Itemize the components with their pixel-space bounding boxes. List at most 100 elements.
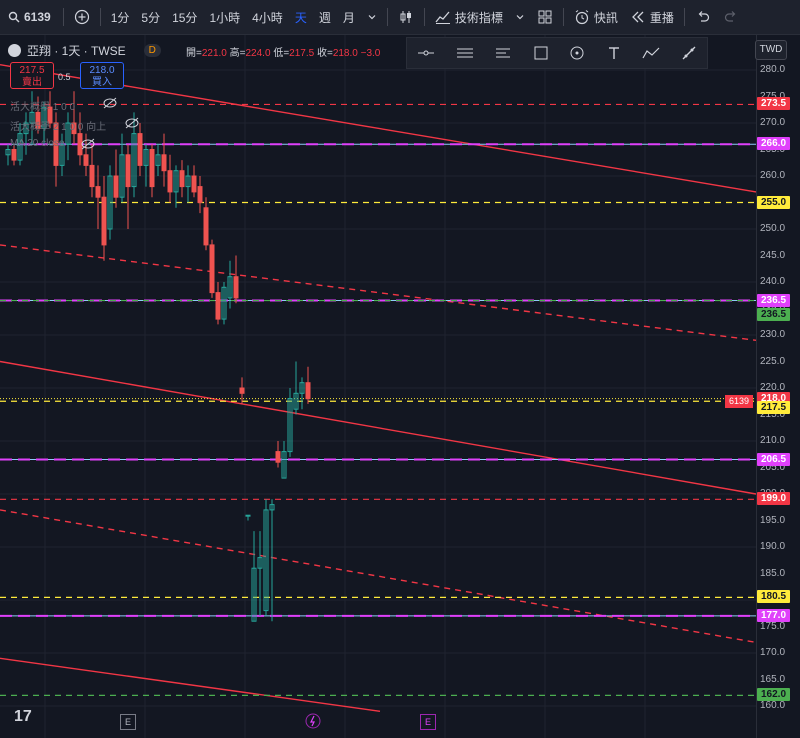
price-tick: 250.0 <box>760 223 786 234</box>
separator <box>62 8 64 26</box>
symbol-legend[interactable]: 亞翔 · 1天 · TWSE D <box>8 42 161 59</box>
price-level-label: 236.5 <box>757 307 790 321</box>
interval-1m[interactable]: 1分 <box>105 0 136 34</box>
grid-layout-icon <box>538 10 552 24</box>
symbol-label: 6139 <box>24 10 51 24</box>
close-value: 218.0 <box>332 48 358 59</box>
price-level-label: 236.5 <box>757 293 790 307</box>
symbol-search[interactable]: 6139 <box>0 10 59 24</box>
tradingview-logo: 17 <box>14 708 32 725</box>
earnings-marker[interactable]: E <box>120 714 136 730</box>
interval-dropdown[interactable] <box>361 0 383 34</box>
candle-body <box>125 154 131 188</box>
eye-off-icon[interactable] <box>80 137 96 151</box>
candle-body <box>197 186 203 204</box>
price-tick: 245.0 <box>760 249 786 261</box>
separator <box>683 8 685 26</box>
candle-body <box>191 175 197 193</box>
interval-week[interactable]: 週 <box>313 0 337 34</box>
price-tick: 190.0 <box>760 541 786 552</box>
currency-selector[interactable]: TWD <box>755 40 787 60</box>
interval-day[interactable]: 天 <box>289 0 313 34</box>
horizontal-levels[interactable] <box>0 103 756 697</box>
price-tick: 210.0 <box>760 435 786 446</box>
separator <box>99 8 101 26</box>
spread-value: 0.5 <box>58 72 71 82</box>
rectangle-icon[interactable] <box>533 45 549 61</box>
sell-button[interactable]: 217.5 賣出 <box>10 62 54 89</box>
buy-button[interactable]: 218.0 買入 <box>80 62 124 89</box>
indicator-1[interactable]: 活大概學 1 0 0 <box>10 98 75 113</box>
chevron-down-icon <box>368 15 376 20</box>
eye-off-icon[interactable] <box>102 96 118 110</box>
price-tick: 270.0 <box>760 117 786 128</box>
trend-line-lower <box>0 657 381 712</box>
undo-button[interactable] <box>689 0 717 34</box>
candles-icon <box>400 11 411 23</box>
candle-body <box>89 164 95 188</box>
candle-body <box>305 382 311 400</box>
price-tick: 280.0 <box>760 64 786 75</box>
alarm-clock-icon <box>575 10 589 25</box>
price-level-label: 266.0 <box>757 137 790 151</box>
circle-icon[interactable] <box>569 45 585 61</box>
candle-body <box>245 514 251 517</box>
chart-grid <box>0 35 756 738</box>
price-tick: 170.0 <box>760 647 786 658</box>
indicators-button[interactable]: 技術指標 <box>429 0 509 34</box>
eye-off-icon[interactable] <box>124 116 140 130</box>
indicators-dropdown[interactable] <box>509 0 531 34</box>
candle-body <box>101 196 107 246</box>
add-symbol-button[interactable] <box>68 0 96 34</box>
close-label: 收 <box>316 48 327 59</box>
symbol-title: 亞翔 · 1天 · TWSE <box>27 44 126 58</box>
chart-type-button[interactable] <box>392 0 420 34</box>
indicators-label: 技術指標 <box>454 10 503 25</box>
indicator-2[interactable]: 活大概學 2 1 0 0 向上 <box>10 118 106 133</box>
alert-button[interactable]: 快訊 <box>568 0 624 34</box>
redo-button[interactable] <box>717 0 745 34</box>
separator <box>423 8 425 26</box>
price-tick: 185.0 <box>760 567 786 579</box>
text-icon[interactable] <box>606 45 622 61</box>
price-tick: 260.0 <box>760 170 786 181</box>
indicator-3[interactable]: MA 20 close <box>10 138 64 149</box>
earnings-marker[interactable]: E <box>420 714 436 730</box>
change-value: −3.0 <box>360 48 381 59</box>
brush-icon[interactable] <box>681 45 697 61</box>
data-badge: D <box>143 44 161 57</box>
price-tick: 175.0 <box>760 620 786 632</box>
parallel-channel-icon[interactable] <box>456 46 474 60</box>
candle-body <box>275 451 281 463</box>
replay-label: 重播 <box>649 10 674 25</box>
replay-button[interactable]: 重播 <box>624 0 680 34</box>
candle-body <box>209 244 215 294</box>
interval-4h[interactable]: 4小時 <box>246 0 289 34</box>
price-tick: 160.0 <box>760 700 786 711</box>
layout-button[interactable] <box>531 0 559 34</box>
interval-15m[interactable]: 15分 <box>166 0 203 34</box>
interval-1h[interactable]: 1小時 <box>203 0 246 34</box>
alert-label: 快訊 <box>593 10 618 25</box>
candle-body <box>113 175 119 198</box>
candle-body <box>161 154 167 172</box>
chevron-down-icon <box>516 15 524 20</box>
undo-icon <box>698 11 709 22</box>
price-chart[interactable] <box>0 35 800 738</box>
price-tick: 230.0 <box>760 329 786 340</box>
path-icon[interactable] <box>642 46 660 60</box>
low-value: 217.5 <box>289 48 315 59</box>
interval-month[interactable]: 月 <box>337 0 361 34</box>
drawing-toolbar <box>406 37 708 69</box>
price-tick: 195.0 <box>760 514 786 526</box>
lightning-icon[interactable] <box>305 713 321 729</box>
high-value: 224.0 <box>245 48 271 59</box>
lines-icon[interactable] <box>494 46 512 60</box>
candle-body <box>137 133 143 166</box>
buy-label: 買入 <box>92 77 112 88</box>
rewind-icon <box>631 11 644 23</box>
horizontal-ray-icon[interactable] <box>417 46 435 60</box>
price-level-label: 273.5 <box>757 97 790 111</box>
interval-5m[interactable]: 5分 <box>135 0 166 34</box>
price-tick: 225.0 <box>760 355 786 367</box>
